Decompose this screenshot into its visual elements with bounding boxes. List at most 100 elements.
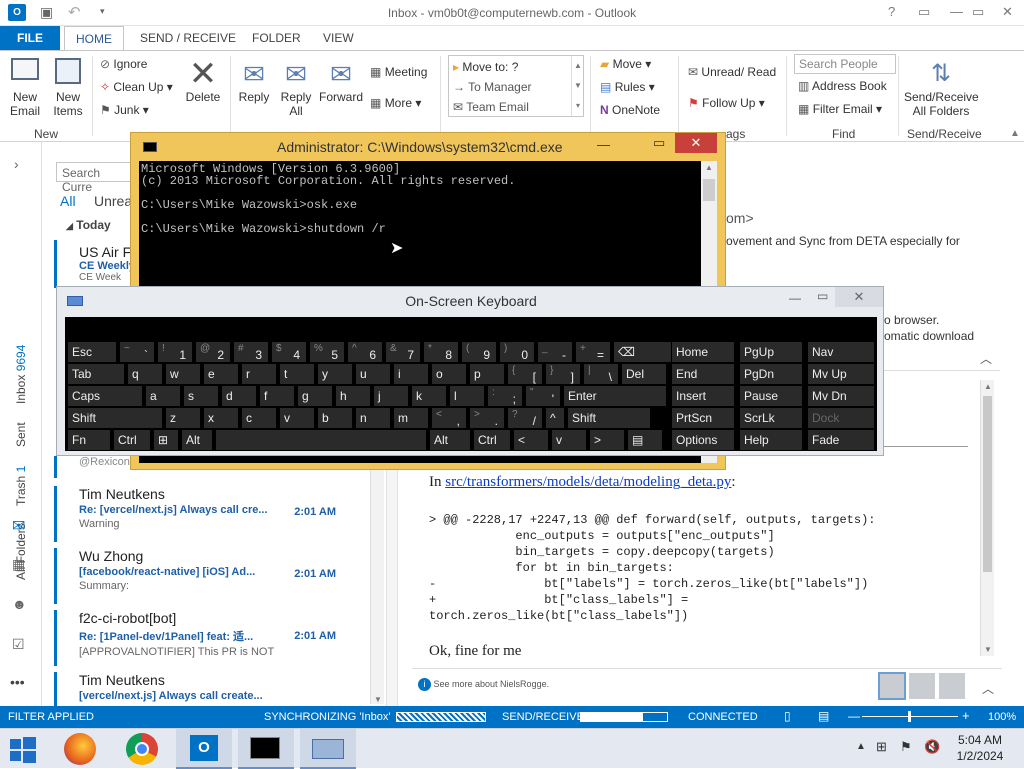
osk-key[interactable]: % 5 — [309, 341, 345, 363]
nav-inbox[interactable]: Inbox 9694 — [14, 345, 28, 404]
osk-nav-key[interactable]: PrtScn — [671, 407, 735, 429]
filter-all-tab[interactable]: All — [60, 193, 76, 209]
osk-key[interactable]: & 7 — [385, 341, 421, 363]
osk-nav-key[interactable]: Options — [671, 429, 735, 451]
osk-key[interactable]: | \ — [583, 363, 619, 385]
osk-key[interactable]: @2 — [195, 341, 231, 363]
osk-key[interactable]: ⌫ — [613, 341, 677, 363]
osk-key[interactable]: Alt — [181, 429, 213, 451]
osk-nav-key[interactable]: PgUp — [739, 341, 803, 363]
osk-nav-key[interactable]: Mv Dn — [807, 385, 875, 407]
tab-folder[interactable]: FOLDER — [252, 31, 301, 45]
forward-button[interactable]: ✉ Forward — [318, 58, 364, 104]
osk-key[interactable]: <, — [431, 407, 467, 429]
osk-close-button[interactable]: ✕ — [835, 287, 883, 307]
new-email-button[interactable]: New Email — [6, 58, 44, 118]
osk-key[interactable]: f — [259, 385, 295, 407]
osk-maximize-button[interactable]: ▭ — [817, 289, 828, 303]
cmd-close-button[interactable]: ✕ — [675, 133, 717, 153]
osk-nav-key[interactable]: Fade — [807, 429, 875, 451]
osk-key[interactable]: #3 — [233, 341, 269, 363]
osk-key[interactable]: ▤ — [627, 429, 663, 451]
osk-key[interactable]: (9 — [461, 341, 497, 363]
osk-key[interactable]: y — [317, 363, 353, 385]
cmd-minimize-button[interactable]: — — [597, 137, 610, 152]
osk-key[interactable]: Tab — [67, 363, 125, 385]
osk-key[interactable]: l — [449, 385, 485, 407]
osk-nav-key[interactable]: Mv Up — [807, 363, 875, 385]
table-row[interactable]: Tim Neutkens [vercel/next.js] Always cal… — [54, 672, 370, 706]
group-header-today[interactable]: ◢ Today — [66, 218, 111, 232]
filter-email-button[interactable]: ▦ Filter Email ▾ — [798, 102, 882, 116]
on-screen-keyboard[interactable]: On-Screen Keyboard — ▭ ✕ Esc ~ `! 1 @2 #3 $4% 5… — [56, 286, 884, 456]
osk-key[interactable]: _ - — [537, 341, 573, 363]
unread-read-button[interactable]: ✉ Unread/ Read — [688, 65, 776, 79]
expand-people-pane-icon[interactable]: ︿ — [982, 680, 994, 697]
scroll-up-icon[interactable]: ▲ — [984, 382, 992, 391]
osk-key[interactable]: + = — [575, 341, 611, 363]
maximize-button[interactable]: ▭ — [972, 4, 984, 20]
osk-nav-key[interactable]: Insert — [671, 385, 735, 407]
cmd-maximize-button[interactable]: ▭ — [653, 135, 665, 151]
search-people-input[interactable]: Search People — [794, 54, 896, 74]
osk-key[interactable]: ⊞ — [153, 429, 179, 451]
network-icon[interactable]: ⊞ — [876, 739, 887, 755]
osk-key[interactable]: r — [241, 363, 277, 385]
start-button[interactable] — [10, 737, 36, 763]
osk-key[interactable]: ! 1 — [157, 341, 193, 363]
volume-icon[interactable]: 🔇 — [924, 739, 940, 755]
osk-key[interactable]: * 8 — [423, 341, 459, 363]
file-link[interactable]: src/transformers/models/deta/modeling_de… — [445, 474, 731, 490]
zoom-level[interactable]: 100% — [988, 711, 1016, 723]
osk-key[interactable]: n — [355, 407, 391, 429]
reading-view-icon[interactable]: ▤ — [818, 709, 829, 723]
minimize-button[interactable]: — — [950, 4, 963, 19]
list-item[interactable]: US Air F CE Weekly CE Week — [54, 240, 136, 288]
osk-nav-key[interactable]: Home — [671, 341, 735, 363]
reply-all-button[interactable]: ✉ Reply All — [278, 58, 314, 118]
osk-key[interactable]: c — [241, 407, 277, 429]
zoom-in-button[interactable]: + — [962, 708, 970, 723]
more-respond-button[interactable]: ▦ More ▾ — [370, 96, 421, 110]
osk-key[interactable]: k — [411, 385, 447, 407]
junk-button[interactable]: ⚑ Junk ▾ — [100, 103, 149, 117]
taskbar-osk[interactable] — [300, 729, 356, 769]
onenote-button[interactable]: N OneNote — [600, 103, 660, 117]
osk-key[interactable]: }] — [545, 363, 581, 385]
osk-nav-key[interactable]: Nav — [807, 341, 875, 363]
osk-key[interactable]: v — [279, 407, 315, 429]
osk-key[interactable]: b — [317, 407, 353, 429]
collapse-ribbon-icon[interactable]: ▲ — [1010, 128, 1020, 139]
osk-key[interactable]: g — [297, 385, 333, 407]
scroll-up-icon[interactable]: ▲ — [705, 163, 713, 172]
osk-key[interactable]: ^ 6 — [347, 341, 383, 363]
osk-nav-key[interactable]: Dock — [807, 407, 875, 429]
osk-key[interactable]: >. — [469, 407, 505, 429]
osk-key[interactable]: < — [513, 429, 549, 451]
reading-scrollbar[interactable]: ▲ ▼ — [980, 380, 994, 656]
osk-key[interactable]: " ' — [525, 385, 561, 407]
collapse-header-icon[interactable]: ︿ — [980, 350, 992, 367]
osk-key[interactable]: Del — [621, 363, 667, 385]
osk-key[interactable]: Fn — [67, 429, 111, 451]
osk-key[interactable]: a — [145, 385, 181, 407]
quick-steps-scroll[interactable]: ▲ ▼ ▾ — [571, 56, 584, 116]
osk-key[interactable]: u — [355, 363, 391, 385]
move-button[interactable]: ▰ Move ▾ — [600, 57, 651, 71]
avatar[interactable] — [878, 672, 906, 700]
meeting-button[interactable]: ▦ Meeting — [370, 65, 427, 79]
osk-key[interactable]: v — [551, 429, 587, 451]
osk-key[interactable] — [215, 429, 427, 451]
calendar-icon[interactable]: ▦ — [12, 556, 25, 573]
ribbon-display-icon[interactable]: ▭ — [918, 4, 930, 20]
follow-up-button[interactable]: ⚑ Follow Up ▾ — [688, 96, 765, 110]
tasks-icon[interactable]: ☑ — [12, 636, 25, 653]
scroll-thumb[interactable] — [983, 396, 992, 572]
osk-key[interactable]: Enter — [563, 385, 667, 407]
zoom-slider-thumb[interactable] — [908, 711, 911, 722]
tab-home[interactable]: HOME — [64, 26, 124, 50]
clock[interactable]: 5:04 AM 1/2/2024 — [952, 733, 1008, 763]
osk-nav-key[interactable]: Pause — [739, 385, 803, 407]
osk-key[interactable]: > — [589, 429, 625, 451]
osk-key[interactable]: ? / — [507, 407, 543, 429]
